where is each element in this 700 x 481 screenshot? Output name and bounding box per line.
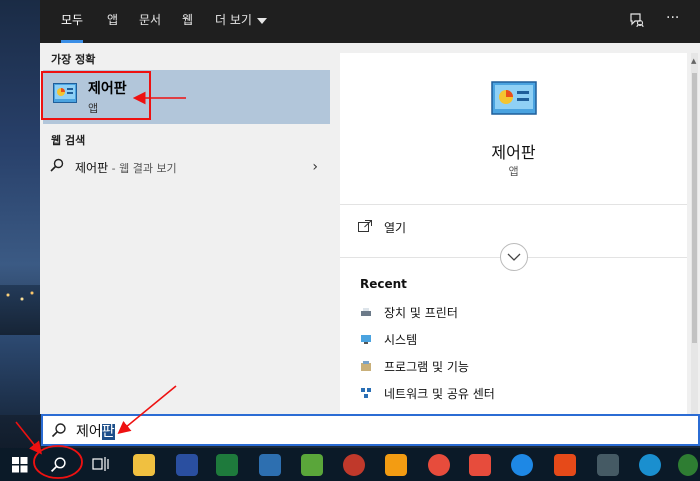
chrome-icon[interactable] [678,454,698,476]
search-icon [51,423,66,438]
best-match-header: 가장 정확 [51,53,96,66]
tab-all[interactable]: 모두 [61,0,84,43]
task-view-icon[interactable] [92,456,110,472]
search-panel: 모두 앱 문서 웹 더 보기 ··· 가장 정확 제어판 앱 웹 검색 제어판 … [40,0,700,414]
preview-scrollbar[interactable]: ▲ [691,53,698,414]
expand-button[interactable] [500,243,528,271]
app-orange-icon[interactable] [385,454,407,476]
preview-subtitle: 앱 [508,165,519,178]
scroll-thumb[interactable] [692,73,697,343]
devices-printers-icon [361,308,371,316]
preview-title: 제어판 [491,143,536,162]
tab-documents[interactable]: 문서 [139,0,161,43]
more-options-icon[interactable]: ··· [666,10,679,26]
results-pane: 가장 정확 제어판 앱 웹 검색 제어판 - 웹 결과 보기 › [40,43,330,414]
chevron-right-icon: › [312,159,318,175]
excel-icon[interactable] [216,454,238,476]
control-panel-large-icon [491,81,537,115]
open-icon [358,220,372,232]
wallpaper-city-lights [0,285,40,335]
edge-icon[interactable] [639,454,661,476]
recent-header: Recent [360,277,407,291]
app-green-icon[interactable] [301,454,323,476]
file-explorer-icon[interactable] [133,454,155,476]
app-dark-icon[interactable] [597,454,619,476]
windows-tiles-icon[interactable] [469,454,491,476]
microphone-icon[interactable] [554,454,576,476]
tab-web[interactable]: 웹 [182,0,193,43]
search-selected-text: 판 [101,424,115,440]
app-red2-icon[interactable] [428,454,450,476]
annotation-highlight-box [41,71,151,120]
tab-more[interactable]: 더 보기 [215,0,267,43]
chevron-down-icon [507,253,521,261]
open-action[interactable]: 열기 [384,219,406,236]
divider [340,204,687,205]
network-sharing-icon [361,388,371,398]
programs-features-icon [361,361,371,371]
preview-pane: 제어판 앱 열기 Recent 장치 및 프린터 시스템 프로그램 및 기능 네… [340,53,687,414]
system-icon [361,335,371,344]
search-icon [50,158,64,172]
chevron-down-icon [256,17,267,24]
web-search-header: 웹 검색 [51,134,86,147]
desktop-wallpaper [0,0,40,481]
teamviewer-icon[interactable] [511,454,533,476]
wallpaper-water [0,335,40,415]
search-topbar: 모두 앱 문서 웹 더 보기 ··· [40,0,700,43]
search-query: 제어판 [76,424,115,440]
web-search-result[interactable]: 제어판 - 웹 결과 보기 › [40,154,330,180]
feedback-icon[interactable] [629,12,645,32]
scroll-up-icon[interactable]: ▲ [691,57,696,65]
app-red-icon[interactable] [343,454,365,476]
search-input[interactable]: 제어판 [41,414,700,446]
taskbar [0,448,700,481]
web-search-text: 제어판 - 웹 결과 보기 [75,161,177,175]
app-icon[interactable] [259,454,281,476]
taskbar-search-icon[interactable] [50,456,67,473]
tab-apps[interactable]: 앱 [107,0,118,43]
scanner-icon[interactable] [176,454,198,476]
windows-start-icon[interactable] [12,457,28,473]
